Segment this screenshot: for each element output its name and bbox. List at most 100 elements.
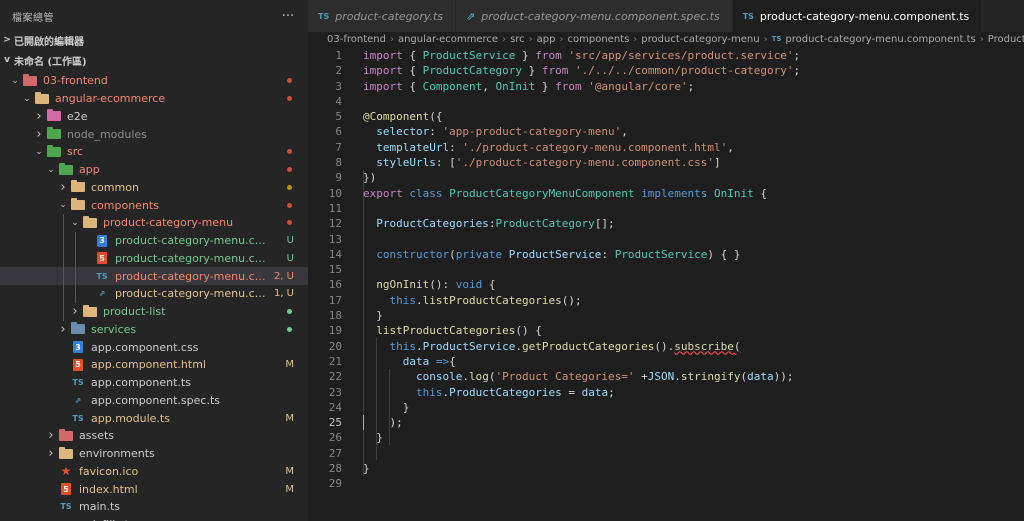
code-token: './../../common/product-category' <box>574 64 794 78</box>
text-cursor <box>363 415 364 431</box>
breadcrumb-item[interactable]: Product <box>988 34 1024 45</box>
more-actions-icon[interactable]: ··· <box>268 9 308 24</box>
tree-item[interactable]: ⌄ angular-ecommerce <box>0 90 308 108</box>
html-file-icon: 5 <box>97 252 107 265</box>
folder-shape <box>59 428 73 441</box>
workspace-section[interactable]: v 未命名 (工作區) <box>0 52 308 68</box>
code-token: export <box>363 186 403 200</box>
code-text: } <box>342 308 383 323</box>
breadcrumb-item[interactable]: product-category-menu.component.ts <box>785 34 975 45</box>
open-editors-section[interactable]: > 已開啟的編輯器 <box>0 32 308 48</box>
tree-item[interactable]: TS app.module.ts M <box>0 409 308 427</box>
tree-item-label: product-category-menu.component.spec.ts <box>115 287 270 301</box>
code-token: = <box>561 385 582 399</box>
code-text: } <box>342 461 370 476</box>
tree-item[interactable]: ⌄ product-category-menu <box>0 214 308 232</box>
code-line: 26 } <box>308 430 1024 445</box>
tree-item[interactable]: TS app.component.ts <box>0 374 308 392</box>
folder-shape <box>23 73 37 86</box>
tree-item-label: app.component.css <box>91 340 199 354</box>
tree-item[interactable]: ⌄ src <box>0 143 308 161</box>
tree-item[interactable]: 5 app.component.html M <box>0 356 308 374</box>
breadcrumb-item[interactable]: angular-ecommerce <box>398 34 498 45</box>
tree-item[interactable]: TS main.ts <box>0 498 308 516</box>
folder-icon <box>34 91 50 105</box>
code-token: data <box>581 385 609 399</box>
line-number: 28 <box>328 462 342 476</box>
indent-guide <box>63 285 64 303</box>
tree-item[interactable]: › e2e <box>0 108 308 126</box>
tree-item[interactable]: TSpolyfills.ts <box>0 516 308 521</box>
editor-tab[interactable]: TS product-category.ts <box>308 0 457 32</box>
code-line: 20 this.ProductService.getProductCategor… <box>308 339 1024 354</box>
breadcrumb-item[interactable]: components <box>568 34 630 45</box>
tree-item[interactable]: ⌄ 03-frontend <box>0 72 308 90</box>
chevron-right-icon: › <box>60 179 66 195</box>
tree-item[interactable]: › product-list <box>0 302 308 321</box>
tree-item[interactable]: ⌄ app <box>0 161 308 179</box>
chevron-right-icon: › <box>36 126 42 142</box>
tree-item[interactable]: 5 index.html M <box>0 480 308 498</box>
code-token: ProductService <box>614 247 708 261</box>
tree-item[interactable]: › environments <box>0 445 308 463</box>
tree-item[interactable]: › common <box>0 179 308 197</box>
folder-shape <box>59 162 73 175</box>
code-token: ({ <box>429 110 443 124</box>
editor-tab[interactable]: TS product-category-menu.component.ts <box>732 0 983 32</box>
folder-icon <box>58 446 74 460</box>
git-status-badge: M <box>285 412 294 424</box>
tree-item-label: app.component.ts <box>91 376 191 390</box>
code-line: 8 styleUrls: ['./product-category-menu.c… <box>308 155 1024 170</box>
code-text: styleUrls: ['./product-category-menu.com… <box>342 155 721 170</box>
indent-guide <box>75 267 76 285</box>
tab-label: product-category.ts <box>335 9 444 23</box>
folder-shape <box>83 215 97 228</box>
tree-item[interactable]: TS product-category-menu.component.ts2, U <box>0 267 308 285</box>
code-token: )); <box>773 370 794 384</box>
git-status-badge: M <box>285 483 294 495</box>
editor-area: TS product-category.ts ⇗ product-category-m… <box>308 0 1024 521</box>
editor-tab[interactable]: ⇗ product-category-menu.component.spec.ts <box>456 0 733 32</box>
git-status-badge: U <box>286 235 294 247</box>
tree-item[interactable]: › services <box>0 321 308 339</box>
breadcrumb-item[interactable]: product-category-menu <box>641 34 759 45</box>
line-number: 11 <box>328 201 342 215</box>
line-number: 10 <box>328 186 342 200</box>
tree-item[interactable]: › assets <box>0 427 308 445</box>
code-token: OnInit <box>714 186 754 200</box>
folder-icon <box>70 322 86 335</box>
tree-item[interactable]: 5 product-category-menu.component.html U <box>0 249 308 268</box>
tree-item[interactable]: ⇗ product-category-menu.component.spec.ts… <box>0 285 308 303</box>
tree-item[interactable]: 3 app.component.css <box>0 338 308 356</box>
tree-item[interactable]: › node_modules <box>0 125 308 143</box>
breadcrumb-item[interactable]: app <box>537 34 556 45</box>
breadcrumb-item[interactable]: 03-frontend <box>327 34 386 45</box>
git-status-badge: M <box>285 359 294 371</box>
code-line: 28} <box>308 461 1024 476</box>
tree-item-label: e2e <box>67 109 88 123</box>
folder-shape <box>59 446 73 459</box>
tree-item[interactable]: ★ favicon.ico M <box>0 463 308 481</box>
code-token: this <box>389 293 417 307</box>
line-number: 19 <box>328 324 342 338</box>
tree-item-label: app <box>79 163 100 177</box>
tree-item[interactable]: 3 product-category-menu.component.css U <box>0 231 308 250</box>
code-token: ProductCategory <box>495 217 595 231</box>
code-token: } <box>535 79 556 93</box>
code-editor[interactable]: 1 import { ProductService } from 'src/app… <box>308 48 1024 521</box>
breadcrumb-item[interactable]: src <box>510 34 525 45</box>
code-token: listProductCategories <box>376 324 516 338</box>
tree-item[interactable]: ⌄ components <box>0 196 308 214</box>
tree-item[interactable]: ⇗ app.component.spec.ts <box>0 392 308 410</box>
folder-shape <box>71 180 85 193</box>
code-token: ] <box>714 156 721 170</box>
code-token: log <box>468 370 489 384</box>
line-number: 20 <box>328 339 342 353</box>
